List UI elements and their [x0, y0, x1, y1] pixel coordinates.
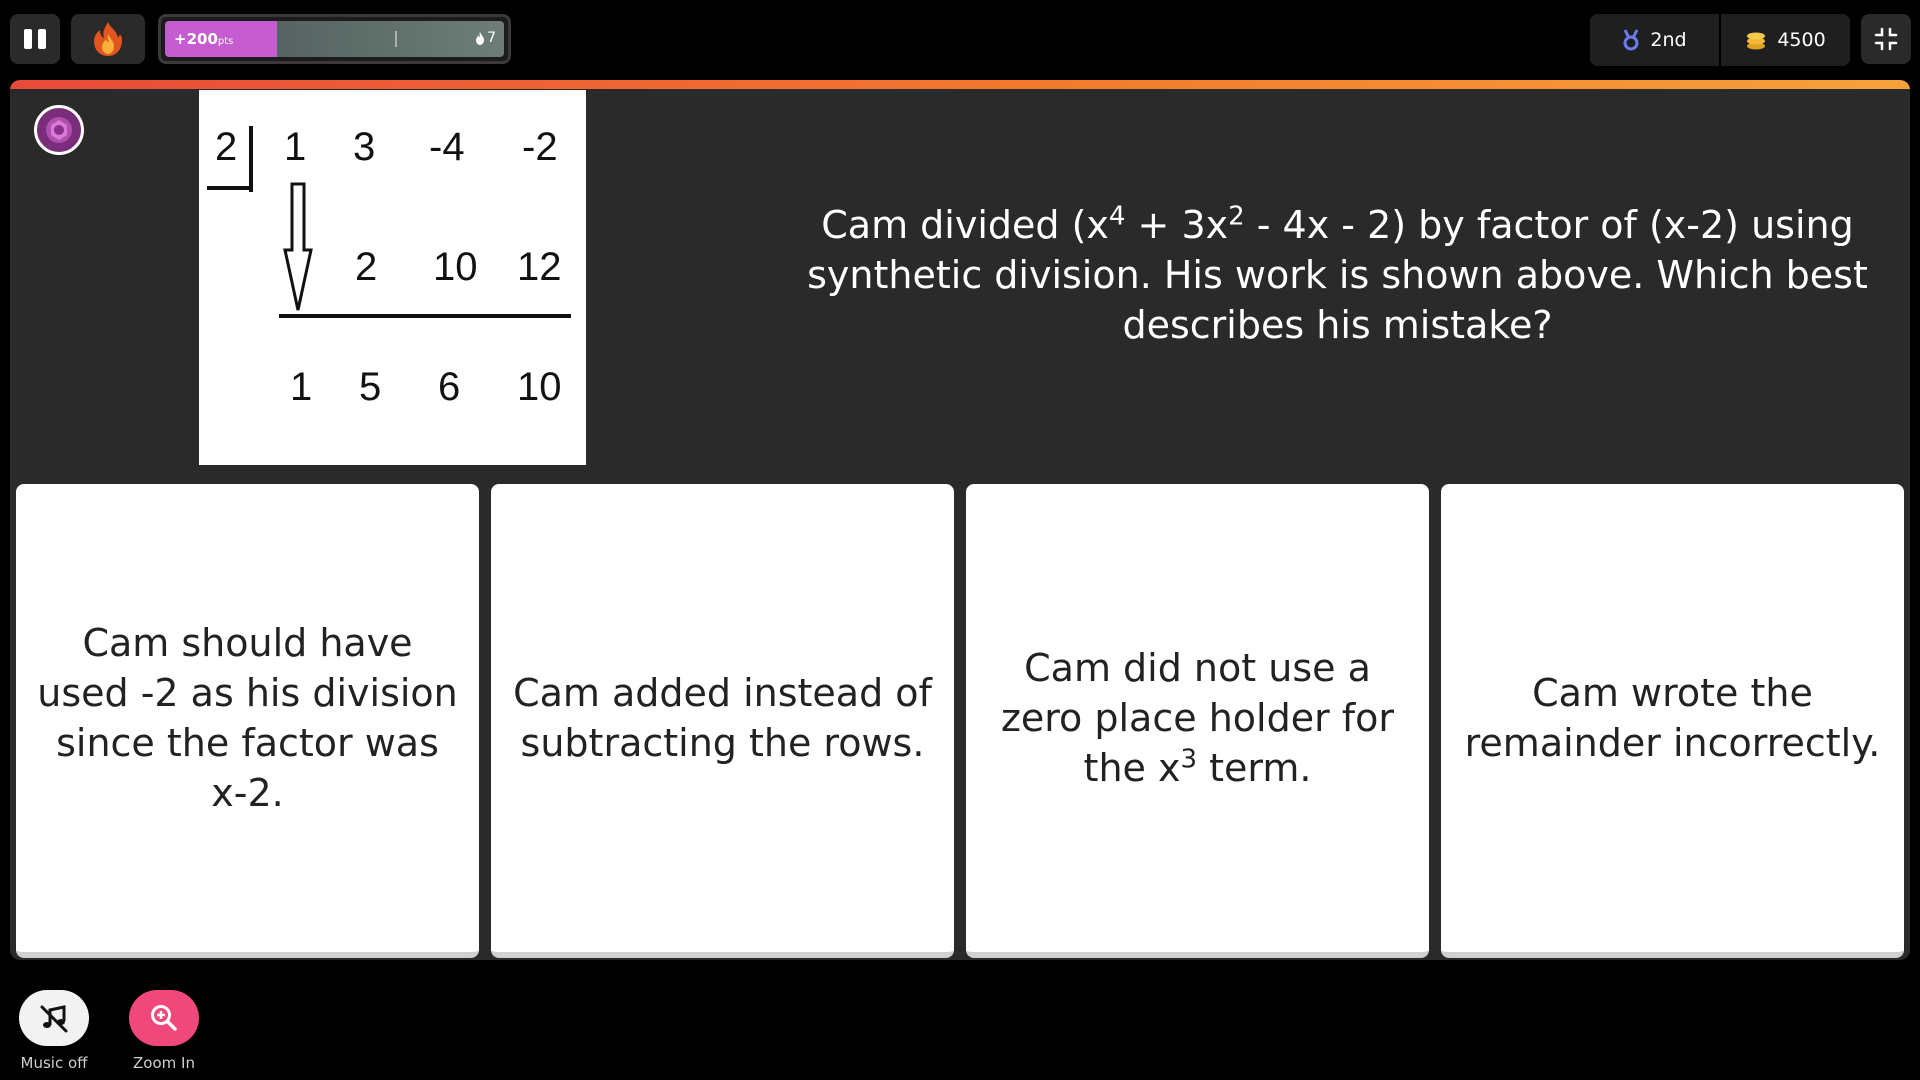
medal-icon — [1623, 29, 1639, 51]
rank-display: 2nd — [1590, 14, 1719, 66]
flame-icon — [94, 22, 122, 56]
zoom-in-icon — [151, 1005, 177, 1031]
answer-options: Cam should have used -2 as his division … — [16, 484, 1904, 958]
product-3: 12 — [517, 245, 562, 289]
pause-icon — [24, 29, 32, 49]
coefficient-3: -4 — [429, 125, 465, 169]
streak-counter: 7 — [475, 30, 496, 46]
progress-milestone-marker — [395, 31, 397, 47]
product-2: 10 — [433, 245, 478, 289]
result-3: 6 — [438, 365, 460, 409]
coefficient-1: 1 — [284, 125, 306, 169]
theme-button[interactable] — [71, 14, 145, 64]
music-off-icon — [40, 1005, 68, 1033]
result-4: 10 — [517, 365, 562, 409]
answer-option-2[interactable]: Cam added instead of subtracting the row… — [491, 484, 954, 958]
coefficient-2: 3 — [353, 125, 375, 169]
zoom-button[interactable] — [129, 990, 199, 1046]
pause-button[interactable] — [10, 14, 60, 64]
product-1: 2 — [355, 245, 377, 289]
avatar[interactable] — [34, 105, 84, 155]
answer-option-text: Cam wrote the remainder incorrectly. — [1464, 671, 1881, 765]
zoom-toggle[interactable]: Zoom In — [128, 990, 200, 1072]
points-label: +200pts — [174, 30, 234, 48]
answer-option-text: Cam did not use a zero place holder for … — [1000, 646, 1395, 790]
divisor-value: 2 — [215, 125, 237, 169]
answer-option-text: Cam should have used -2 as his division … — [37, 621, 458, 815]
music-button[interactable] — [19, 990, 89, 1046]
streak-flame-icon — [476, 31, 485, 45]
powerup-progress-bar: +200pts 7 — [158, 14, 511, 64]
question-text: Cam divided (x4 + 3x2 - 4x - 2) by facto… — [807, 201, 1868, 347]
exit-fullscreen-button[interactable] — [1861, 14, 1911, 64]
coins-icon — [1747, 32, 1766, 50]
player-stats: 2nd 4500 — [1590, 14, 1850, 66]
zoom-label: Zoom In — [133, 1054, 195, 1072]
collapse-icon — [1874, 27, 1898, 51]
coefficient-4: -2 — [522, 125, 558, 169]
answer-option-1[interactable]: Cam should have used -2 as his division … — [16, 484, 479, 958]
result-2: 5 — [359, 365, 381, 409]
music-label: Music off — [20, 1054, 88, 1072]
music-toggle[interactable]: Music off — [18, 990, 90, 1072]
answer-option-text: Cam added instead of subtracting the row… — [513, 671, 932, 765]
rose-icon — [46, 117, 72, 143]
synthetic-division-figure: 2 1 3 -4 -2 2 10 12 1 5 6 10 — [207, 125, 571, 409]
coins-display: 4500 — [1719, 14, 1850, 66]
result-1: 1 — [290, 365, 312, 409]
answer-option-4[interactable]: Cam wrote the remainder incorrectly. — [1441, 484, 1904, 958]
answer-option-3[interactable]: Cam did not use a zero place holder for … — [966, 484, 1429, 958]
question-image: 2 1 3 -4 -2 2 10 12 1 5 6 10 — [199, 90, 586, 465]
timer-bar — [10, 80, 1910, 89]
bring-down-arrow-icon — [283, 182, 313, 311]
